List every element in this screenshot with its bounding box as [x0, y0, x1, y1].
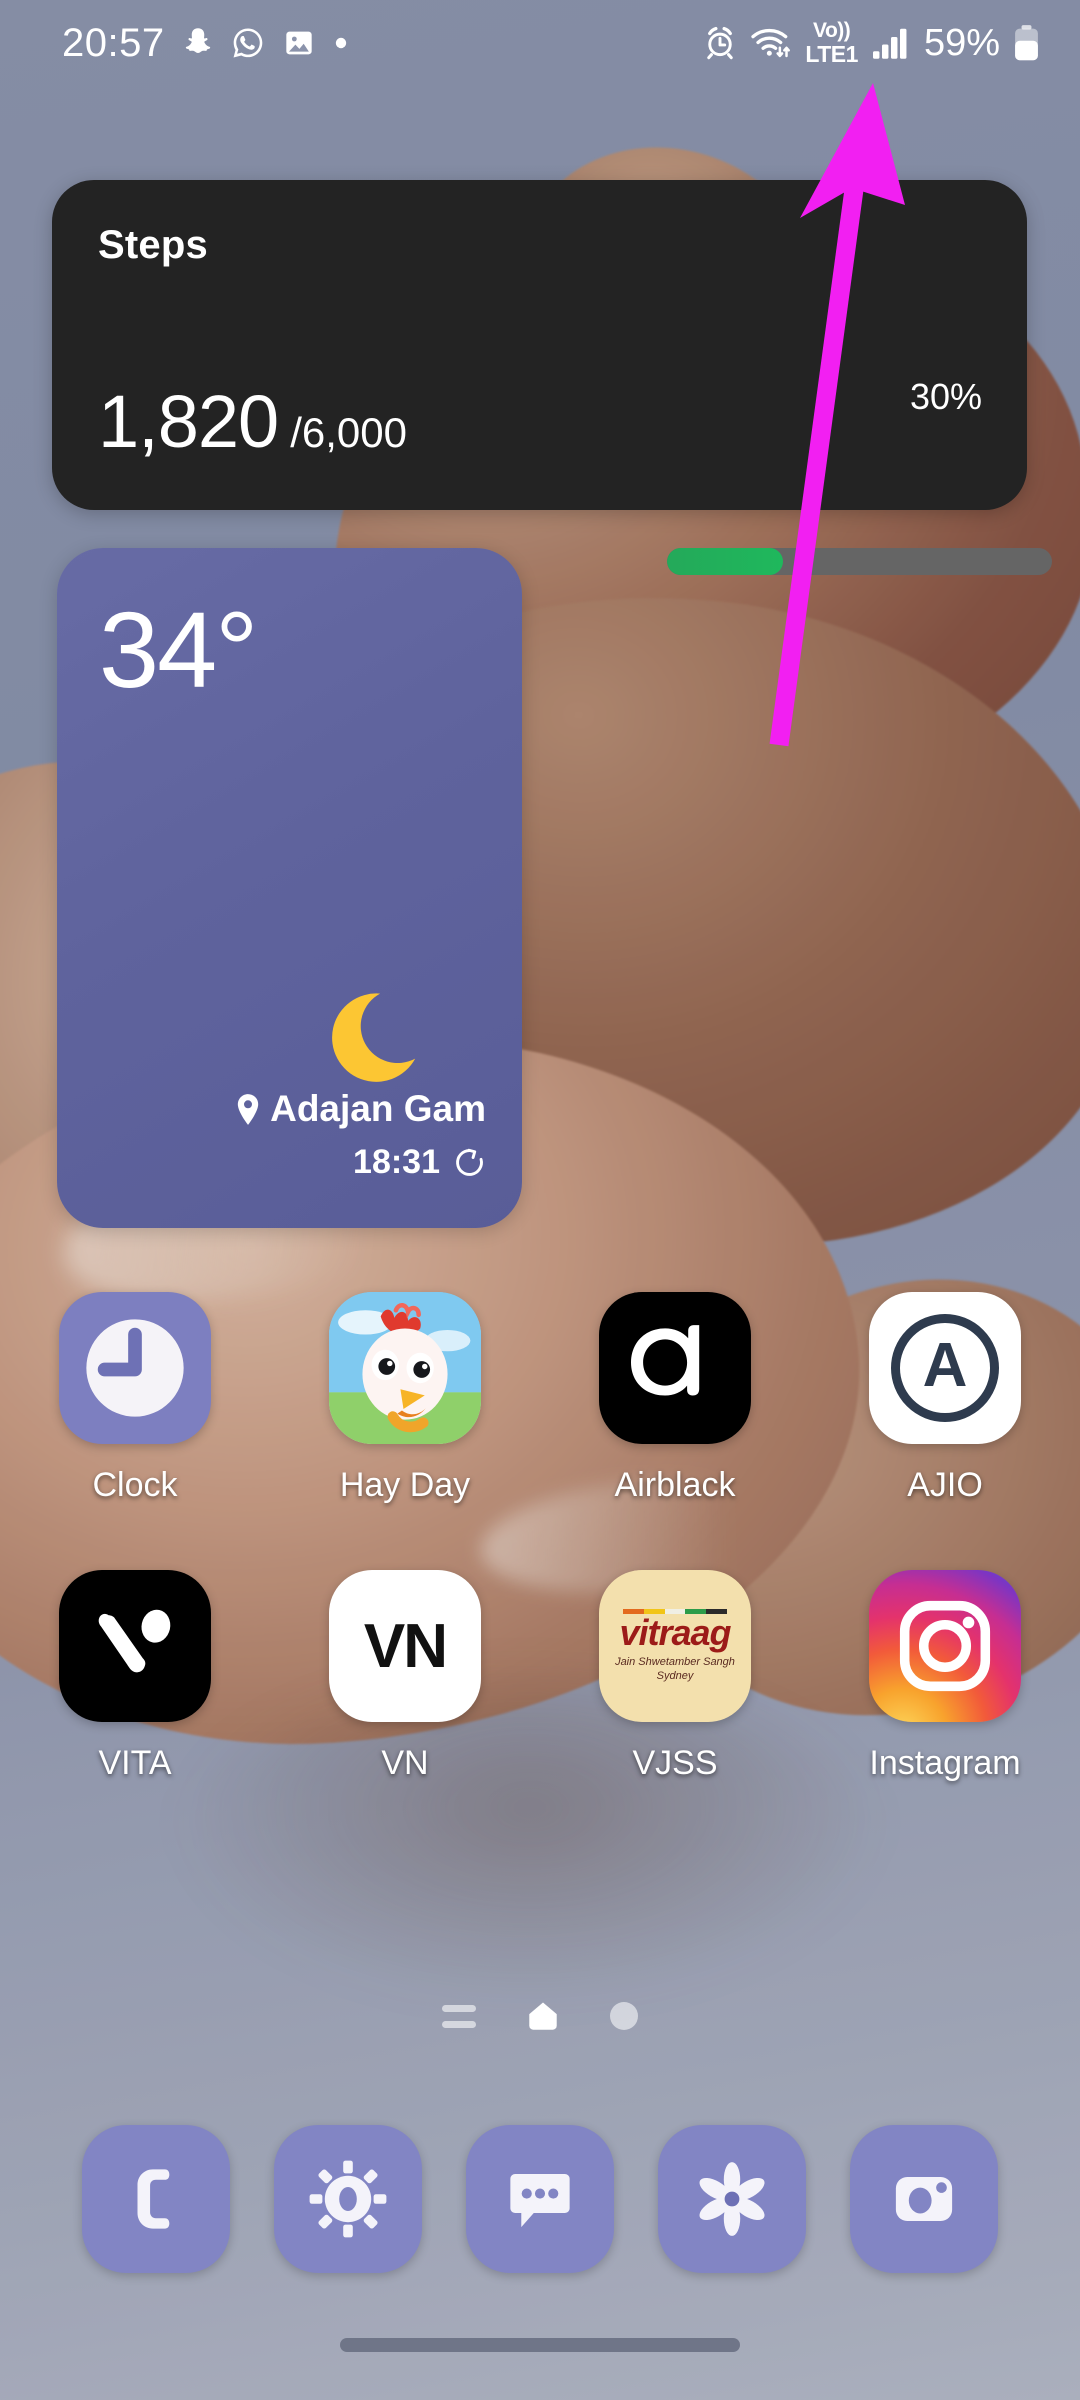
volte-label-top: Vo))	[813, 19, 851, 42]
dot-icon	[610, 2002, 638, 2030]
vjss-main-text: vitraag	[619, 1611, 731, 1653]
wifi-icon	[751, 28, 791, 58]
ajio-ring: A	[891, 1314, 999, 1422]
app-vita[interactable]: VITA	[0, 1570, 270, 1783]
refresh-icon[interactable]	[453, 1146, 486, 1179]
steps-widget-title: Steps	[98, 223, 208, 267]
vita-app-icon[interactable]	[59, 1570, 211, 1722]
app-row: VITA VN VN vitraag Jain Shwetamber Sangh…	[0, 1570, 1080, 1783]
weather-updated-time: 18:31	[353, 1143, 440, 1181]
location-pin-icon	[237, 1093, 259, 1125]
flower-icon	[699, 2162, 765, 2236]
dock-item-gallery[interactable]	[658, 2125, 806, 2273]
home-icon	[529, 2002, 557, 2030]
snapchat-icon	[185, 28, 210, 53]
steps-widget[interactable]: Steps 1,820 /6,000 30%	[52, 180, 1052, 575]
dock-item-messages[interactable]	[466, 2125, 614, 2273]
airblack-app-icon[interactable]	[599, 1292, 751, 1444]
notification-dot-icon	[335, 37, 346, 49]
volte-label-bottom: LTE1	[805, 41, 858, 67]
gallery-icon	[285, 31, 312, 55]
weather-updated-row: 18:31	[353, 1143, 486, 1182]
steps-count-value: 1,820	[98, 380, 279, 463]
alarm-icon	[707, 26, 734, 60]
status-bar-left: 20:57	[62, 21, 349, 66]
app-label: Hay Day	[339, 1466, 471, 1504]
app-label: Airblack	[614, 1466, 736, 1504]
app-row: Clock Hay Day Airblack A AJIO	[0, 1292, 1080, 1505]
steps-progress-fill	[667, 548, 783, 575]
dock-item-settings[interactable]	[274, 2125, 422, 2273]
dock-item-phone[interactable]	[82, 2125, 230, 2273]
vjss-sub-text-2: Sydney	[656, 1669, 694, 1682]
weather-location-row: Adajan Gam	[235, 1088, 486, 1130]
steps-percent-label: 30%	[909, 376, 982, 417]
page-indicator	[0, 2000, 1080, 2032]
steps-progress-track	[667, 548, 1052, 575]
app-vn[interactable]: VN VN	[270, 1570, 540, 1783]
app-label: VN	[381, 1744, 429, 1782]
status-bar-clock: 20:57	[62, 20, 165, 65]
home-page-indicator[interactable]	[526, 2000, 560, 2032]
app-row-gap	[0, 1505, 1080, 1570]
dock	[0, 2125, 1080, 2273]
vjss-logo: vitraag Jain Shwetamber Sangh Sydney	[599, 1570, 751, 1722]
app-airblack[interactable]: Airblack	[540, 1292, 810, 1505]
phone-icon	[137, 2169, 170, 2229]
vn-app-icon[interactable]: VN	[329, 1570, 481, 1722]
status-bar-right: Vo)) LTE1 59%	[703, 20, 1040, 66]
vjss-sub-text: Jain Shwetamber Sangh	[615, 1655, 735, 1668]
vjss-app-icon[interactable]: vitraag Jain Shwetamber Sangh Sydney	[599, 1570, 751, 1722]
app-label: AJIO	[907, 1466, 983, 1504]
app-clock[interactable]: Clock	[0, 1292, 270, 1505]
gesture-navigation-pill[interactable]	[340, 2338, 740, 2352]
app-label: Instagram	[869, 1744, 1021, 1782]
steps-count-row: 1,820 /6,000	[98, 385, 407, 459]
app-vjss[interactable]: vitraag Jain Shwetamber Sangh Sydney VJS…	[540, 1570, 810, 1783]
vn-glyph: VN	[363, 1611, 448, 1681]
ajio-glyph: A	[922, 1331, 968, 1400]
status-bar[interactable]: 20:57 Vo)) LTE1 59%	[0, 0, 1080, 86]
weather-temperature: 34°	[99, 589, 258, 710]
app-hay-day[interactable]: Hay Day	[270, 1292, 540, 1505]
hayday-app-icon[interactable]	[329, 1292, 481, 1444]
camera-icon	[895, 2176, 953, 2222]
app-list-indicator[interactable]	[442, 2004, 476, 2028]
volte-icon: Vo)) LTE1	[805, 20, 858, 66]
whatsapp-icon	[233, 28, 262, 58]
app-grid: Clock Hay Day Airblack A AJIO VITA VN VN…	[0, 1292, 1080, 1783]
instagram-app-icon[interactable]	[869, 1570, 1021, 1722]
battery-percent-label: 59%	[923, 21, 1000, 64]
app-label: Clock	[92, 1466, 178, 1504]
app-label: VJSS	[632, 1744, 718, 1782]
clock-app-icon[interactable]	[59, 1292, 211, 1444]
page-dot-indicator[interactable]	[610, 2002, 638, 2030]
battery-icon	[1015, 25, 1038, 61]
dock-item-camera[interactable]	[850, 2125, 998, 2273]
navigation-bar	[0, 2290, 1080, 2400]
message-bubble-icon	[510, 2174, 570, 2228]
signal-bars-icon	[872, 28, 907, 59]
weather-location-name: Adajan Gam	[270, 1088, 486, 1129]
ajio-app-icon[interactable]: A	[869, 1292, 1021, 1444]
gear-icon	[309, 2160, 387, 2238]
app-instagram[interactable]: Instagram	[810, 1570, 1080, 1783]
hamburger-lines-icon	[442, 2004, 476, 2028]
steps-goal-value: /6,000	[290, 409, 407, 456]
app-label: VITA	[98, 1744, 172, 1782]
app-ajio[interactable]: A AJIO	[810, 1292, 1080, 1505]
weather-widget[interactable]: 34° Adajan Gam 18:31	[57, 548, 522, 1228]
